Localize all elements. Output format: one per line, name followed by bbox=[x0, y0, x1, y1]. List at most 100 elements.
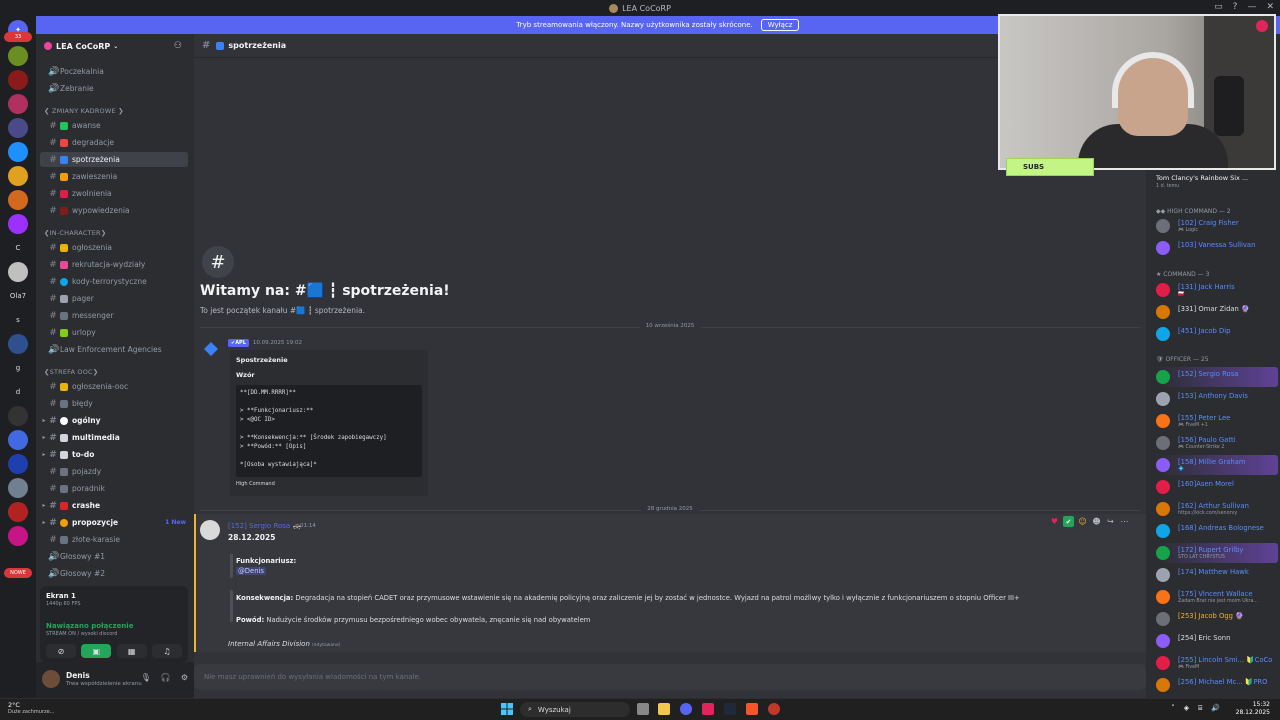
member-item[interactable]: [156] Paulo Gatti 🎮 Counter-Strike 2 bbox=[1154, 433, 1278, 453]
activities-icon[interactable]: ▦ bbox=[116, 644, 147, 658]
member-item[interactable]: [255] Lincoln Smi... 🔰CoCo 🎮 FiveM bbox=[1154, 653, 1278, 673]
channel-zwolnienia[interactable]: # zwolnienia bbox=[40, 186, 188, 201]
server-icon[interactable] bbox=[8, 430, 28, 450]
app-icon[interactable] bbox=[768, 703, 780, 715]
emoji-reaction-icon[interactable]: ☺ bbox=[1077, 516, 1088, 527]
member-item[interactable]: [160]Asen Morel bbox=[1154, 477, 1278, 497]
guild-header[interactable]: LEA CoCoRP ⌄ ⚇ bbox=[36, 34, 194, 58]
server-icon[interactable] bbox=[8, 214, 28, 234]
member-item[interactable]: [174] Matthew Hawk bbox=[1154, 565, 1278, 585]
server-d[interactable]: d bbox=[0, 388, 36, 396]
server-icon[interactable] bbox=[8, 166, 28, 186]
channel-zlote-karasie[interactable]: # złote-karasie bbox=[40, 532, 188, 547]
server-icon[interactable] bbox=[8, 502, 28, 522]
discord-icon[interactable] bbox=[680, 703, 692, 715]
channel-to-do[interactable]: ▸ # to-do bbox=[40, 447, 188, 462]
close-icon[interactable]: ✕ bbox=[1266, 2, 1274, 12]
channel-spotrzezenia[interactable]: # spotrzeżenia bbox=[40, 152, 188, 167]
channel-ogolny[interactable]: ▸ # ogólny bbox=[40, 413, 188, 428]
minimize-icon[interactable]: — bbox=[1247, 2, 1256, 12]
server-g[interactable]: g bbox=[0, 364, 36, 372]
server-icon[interactable] bbox=[8, 526, 28, 546]
member-item[interactable]: [253] Jacob Ogg 🔮 bbox=[1154, 609, 1278, 629]
channel-poradnik[interactable]: # poradnik bbox=[40, 481, 188, 496]
channel-ogloszenia[interactable]: # ogłoszenia bbox=[40, 240, 188, 255]
channel-crashe[interactable]: ▸ # crashe bbox=[40, 498, 188, 513]
add-reaction-icon[interactable]: ☻ bbox=[1091, 516, 1102, 527]
channel-urlopy[interactable]: # urlopy bbox=[40, 325, 188, 340]
chevron-up-icon[interactable]: ˄ bbox=[1171, 704, 1175, 713]
check-reaction-icon[interactable]: ✔ bbox=[1063, 516, 1074, 527]
gear-icon[interactable]: ⚙ bbox=[181, 673, 188, 682]
server-ola7[interactable]: Ola7 bbox=[0, 292, 36, 300]
channel-glosowy-1[interactable]: 🔊 Głosowy #1 bbox=[40, 549, 188, 564]
server-c[interactable]: C bbox=[0, 244, 36, 252]
reply-icon[interactable]: ↪ bbox=[1105, 516, 1116, 527]
category-strefa-ooc[interactable]: ❮STREFA OOC❯ bbox=[44, 368, 98, 376]
weather-widget[interactable]: 2°C Duże zachmurze... bbox=[8, 701, 54, 715]
message-composer[interactable]: Nie masz uprawnień do wysyłania wiadomoś… bbox=[194, 664, 1146, 690]
channel-wypowiedzenia[interactable]: # wypowiedzenia bbox=[40, 203, 188, 218]
member-item[interactable]: [256] Michael Mc... 🔰PRO bbox=[1154, 675, 1278, 695]
member-item[interactable]: [155] Peter Lee 🎮 FiveM +1 bbox=[1154, 411, 1278, 431]
member-item[interactable]: [331] Omar Zidan 🔮 bbox=[1154, 302, 1278, 322]
channel-rekrutacja[interactable]: # rekrutacja-wydziały bbox=[40, 257, 188, 272]
task-view-icon[interactable] bbox=[637, 703, 649, 715]
taskbar-clock[interactable]: 15:32 28.12.2025 bbox=[1236, 701, 1270, 717]
bot-avatar-icon[interactable] bbox=[204, 342, 218, 356]
server-icon[interactable] bbox=[8, 94, 28, 114]
channel-lea[interactable]: 🔊 Law Enforcement Agencies bbox=[40, 342, 188, 357]
server-icon[interactable] bbox=[8, 70, 28, 90]
server-icon[interactable] bbox=[8, 190, 28, 210]
server-icon[interactable] bbox=[8, 118, 28, 138]
member-item[interactable]: [168] Andreas Bolognese bbox=[1154, 521, 1278, 541]
channel-zawieszenia[interactable]: # zawieszenia bbox=[40, 169, 188, 184]
channel-zebranie[interactable]: 🔊 Zebranie bbox=[40, 81, 188, 96]
channel-poczekalnia[interactable]: 🔊 Poczekalnia bbox=[40, 64, 188, 79]
channel-glosowy-2[interactable]: 🔊 Głosowy #2 bbox=[40, 566, 188, 581]
user-name[interactable]: Denis bbox=[66, 671, 90, 680]
member-item[interactable]: [131] Jack Harris 🇵🇱 bbox=[1154, 280, 1278, 300]
channel-propozycje[interactable]: ▸ # propozycje 1 New bbox=[40, 515, 188, 530]
server-icon[interactable] bbox=[8, 142, 28, 162]
file-explorer-icon[interactable] bbox=[658, 703, 670, 715]
activity-title[interactable]: Tom Clancy's Rainbow Six ... bbox=[1156, 174, 1248, 182]
voice-status[interactable]: Nawiązano połączenie bbox=[46, 622, 133, 630]
member-item[interactable]: [153] Anthony Davis bbox=[1154, 389, 1278, 409]
member-item[interactable]: [158] Millie Graham 💠 bbox=[1154, 455, 1278, 475]
disable-streamer-mode-button[interactable]: Wyłącz bbox=[760, 19, 800, 31]
avatar[interactable] bbox=[200, 520, 220, 540]
server-icon[interactable] bbox=[8, 478, 28, 498]
tray-app-icon[interactable]: ◈ bbox=[1184, 704, 1189, 713]
channel-pager[interactable]: # pager bbox=[40, 291, 188, 306]
channel-pojazdy[interactable]: # pojazdy bbox=[40, 464, 188, 479]
help-icon[interactable]: ? bbox=[1233, 2, 1238, 12]
app-icon[interactable] bbox=[702, 703, 714, 715]
channel-ogloszenia-ooc[interactable]: # ogłoszenia-ooc bbox=[40, 379, 188, 394]
channel-bledy[interactable]: # błędy bbox=[40, 396, 188, 411]
heart-reaction-icon[interactable]: ♥ bbox=[1049, 516, 1060, 527]
soundboard-icon[interactable]: ♫ bbox=[151, 644, 182, 658]
member-item[interactable]: [152] Sergio Rosa bbox=[1154, 367, 1278, 387]
server-icon[interactable] bbox=[8, 406, 28, 426]
member-item[interactable]: [103] Vanessa Sullivan bbox=[1154, 238, 1278, 258]
server-s[interactable]: s bbox=[0, 316, 36, 324]
member-item[interactable]: [254] Eric Sonn bbox=[1154, 631, 1278, 651]
inbox-icon[interactable]: ▭ bbox=[1214, 2, 1223, 12]
server-icon[interactable] bbox=[8, 262, 28, 282]
member-item[interactable]: [172] Rupert Grilby STO LAT CHRYSTUS bbox=[1154, 543, 1278, 563]
officer-mention[interactable]: @Denis bbox=[236, 567, 266, 575]
member-item[interactable]: [175] Vincent Wallace Zadam Brat nie jest… bbox=[1154, 587, 1278, 607]
category-zmiany-kadrowe[interactable]: ❮ ZMIANY KADROWE ❯ bbox=[44, 107, 124, 115]
channel-messenger[interactable]: # messenger bbox=[40, 308, 188, 323]
camera-off-icon[interactable]: ⊘ bbox=[46, 644, 76, 658]
server-icon[interactable] bbox=[8, 454, 28, 474]
volume-icon[interactable]: 🔊 bbox=[1211, 704, 1220, 713]
member-item[interactable]: [102] Craig Fisher 🎮 Logic bbox=[1154, 216, 1278, 236]
member-item[interactable]: [451] Jacob Dip bbox=[1154, 324, 1278, 344]
brave-browser-icon[interactable] bbox=[746, 703, 758, 715]
channel-multimedia[interactable]: ▸ # multimedia bbox=[40, 430, 188, 445]
headphones-icon[interactable]: 🎧 bbox=[161, 673, 171, 682]
category-in-character[interactable]: ❮IN-CHARACTER❯ bbox=[44, 229, 106, 237]
server-icon[interactable] bbox=[8, 46, 28, 66]
